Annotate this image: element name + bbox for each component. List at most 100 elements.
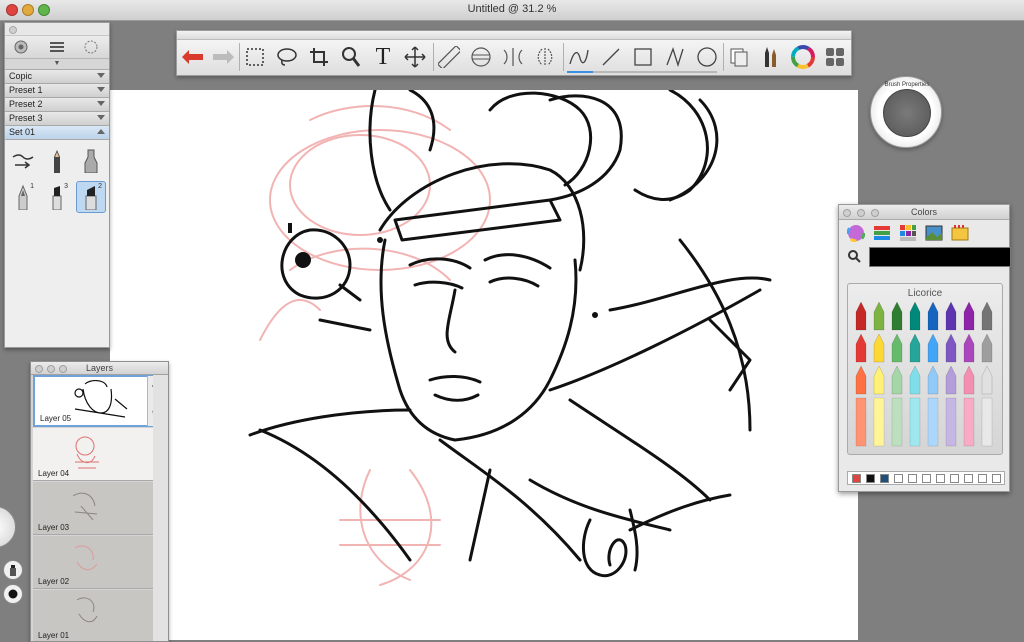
crayon-swatch[interactable] [891,333,903,363]
crayon-swatch[interactable] [963,365,975,395]
favorite-color-empty[interactable] [964,474,973,483]
crayon-swatch[interactable] [927,302,939,331]
crayon-swatch[interactable] [855,333,867,363]
crayon-swatch[interactable] [963,333,975,363]
crayon-body[interactable] [873,397,885,447]
preset-2[interactable]: Preset 2 [5,98,109,112]
favorite-color-empty[interactable] [950,474,959,483]
favorite-color-empty[interactable] [936,474,945,483]
layer-item-05[interactable]: Layer 05 [33,375,153,427]
layer-item-02[interactable]: Layer 02 [33,536,153,589]
brush-settings-tab-icon[interactable] [13,39,29,55]
crayon-swatch[interactable] [981,302,993,331]
preset-copic[interactable]: Copic [5,70,109,84]
crayon-swatch[interactable] [855,365,867,395]
panel-minimize-button[interactable] [47,365,55,373]
panel-zoom-button[interactable] [871,209,879,217]
preset-1[interactable]: Preset 1 [5,84,109,98]
favorite-color-swatch[interactable] [852,474,861,483]
crayon-body[interactable] [855,397,867,447]
panel-close-button[interactable] [35,365,43,373]
panels-icon[interactable] [821,43,849,71]
collapse-arrow-icon[interactable]: ▼ [5,59,109,70]
panel-zoom-button[interactable] [59,365,67,373]
crayon-swatch[interactable] [981,333,993,363]
favorite-color-empty[interactable] [992,474,1001,483]
toolbar-grip[interactable] [177,31,851,40]
favorite-color-empty[interactable] [978,474,987,483]
airbrush-brush[interactable] [77,146,105,176]
text-icon[interactable]: T [369,43,397,71]
layer-item-01[interactable]: Layer 01 [33,590,153,641]
colors-panel-titlebar[interactable]: Colors [839,205,1009,220]
crayon-swatch[interactable] [873,365,885,395]
layers-panel-titlebar[interactable]: Layers [31,362,168,375]
crayon-swatch[interactable] [873,333,885,363]
color-dot-icon[interactable] [3,584,23,604]
brush-texture-tab-icon[interactable] [83,39,99,55]
crayon-swatch[interactable] [891,365,903,395]
lasso-icon[interactable] [273,43,301,71]
crayon-swatch[interactable] [891,302,903,331]
crayon-body[interactable] [963,397,975,447]
crayon-swatch[interactable] [945,302,957,331]
color-sliders-mode-icon[interactable] [873,224,891,242]
panel-minimize-button[interactable] [857,209,865,217]
brushes-icon[interactable] [757,43,785,71]
crayon-swatch[interactable] [945,365,957,395]
favorite-color-empty[interactable] [894,474,903,483]
marker-brush-2-selected[interactable]: 2 [76,181,106,213]
brush-properties-dial[interactable]: Brush Properties [870,76,942,148]
layers-copy-icon[interactable] [725,43,753,71]
brush-panel-titlebar[interactable] [5,23,109,36]
crayon-body[interactable] [945,397,957,447]
stroke-icon[interactable] [565,43,593,71]
preset-set-01[interactable]: Set 01 [5,126,109,140]
crayon-swatch[interactable] [909,365,921,395]
symmetry-icon[interactable] [499,43,527,71]
crop-icon[interactable] [305,43,333,71]
redo-icon[interactable] [209,43,237,71]
rectangle-select-icon[interactable] [241,43,269,71]
brush-tip-icon[interactable] [3,560,23,580]
left-tool-dial[interactable] [0,506,16,548]
polyline-icon[interactable] [661,43,689,71]
color-wheel-mode-icon[interactable] [846,223,866,243]
panel-close-button[interactable] [843,209,851,217]
mirror-icon[interactable] [531,43,559,71]
crayon-swatch[interactable] [909,302,921,331]
marker-brush-3[interactable]: 3 [43,182,71,212]
crayon-swatch[interactable] [927,365,939,395]
crayon-body[interactable] [927,397,939,447]
line-icon[interactable] [597,43,625,71]
crayon-swatch[interactable] [981,365,993,395]
crayon-body[interactable] [909,397,921,447]
panel-close-button[interactable] [9,26,17,34]
crayon-swatch[interactable] [873,302,885,331]
layer-item-03[interactable]: Layer 03 [33,482,153,535]
image-palette-mode-icon[interactable] [925,224,943,242]
ellipse-guide-icon[interactable] [467,43,495,71]
crayon-swatch[interactable] [945,333,957,363]
layers-scrollbar[interactable] [153,375,168,641]
crayon-swatch[interactable] [927,333,939,363]
favorite-color-swatch[interactable] [866,474,875,483]
crayon-swatch[interactable] [963,302,975,331]
crayons-mode-icon[interactable] [951,224,969,242]
undo-icon[interactable] [179,43,207,71]
current-color-swatch[interactable] [869,247,1011,267]
pencil-brush[interactable] [43,146,71,176]
transform-icon[interactable] [401,43,429,71]
crayon-swatch[interactable] [855,302,867,331]
brush-list-tab-icon[interactable] [49,39,65,55]
layer-item-04[interactable]: Layer 04 [33,428,153,481]
color-palettes-mode-icon[interactable] [899,224,917,242]
magnifier-icon[interactable] [337,43,365,71]
crayon-body[interactable] [891,397,903,447]
preset-3[interactable]: Preset 3 [5,112,109,126]
favorite-color-empty[interactable] [922,474,931,483]
smudge-brush[interactable] [9,146,37,176]
crayon-swatch[interactable] [909,333,921,363]
rectangle-icon[interactable] [629,43,657,71]
marker-brush-1[interactable]: 1 [9,182,37,212]
